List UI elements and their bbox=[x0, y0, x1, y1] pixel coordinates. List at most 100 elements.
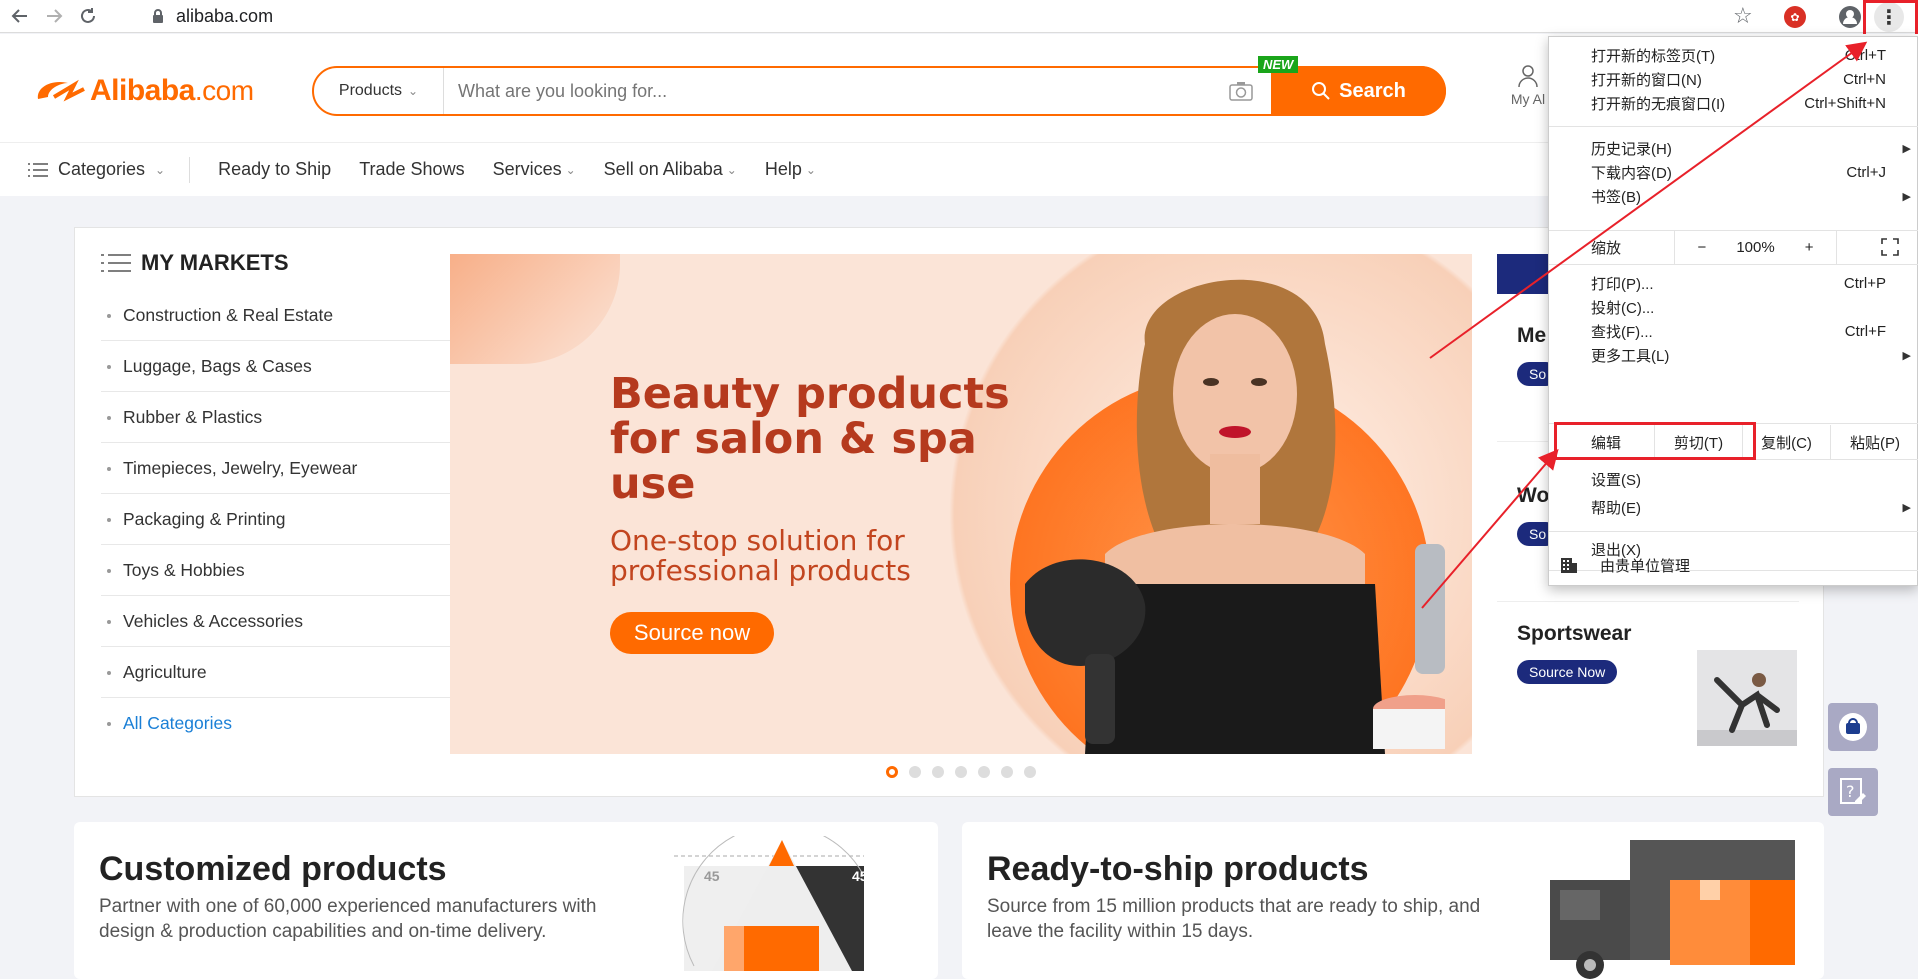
forward-icon[interactable] bbox=[42, 4, 66, 28]
browser-context-menu: 打开新的标签页(T) Ctrl+T 打开新的窗口(N) Ctrl+N 打开新的无痕窗… bbox=[1548, 36, 1918, 586]
extension-icon[interactable]: ✿ bbox=[1784, 6, 1806, 28]
menu-separator bbox=[1549, 264, 1918, 265]
menu-item-more-tools[interactable]: 更多工具(L) ▶ bbox=[1549, 341, 1918, 370]
source-now-button[interactable]: Source Now bbox=[1517, 660, 1618, 684]
nav-ready-to-ship[interactable]: Ready to Ship bbox=[218, 159, 331, 180]
menu-label: 打开新的无痕窗口(I) bbox=[1591, 96, 1726, 113]
card-description: Partner with one of 60,000 experienced m… bbox=[99, 894, 596, 944]
search-category-label: Products bbox=[338, 82, 403, 99]
nav-label: Trade Shows bbox=[359, 159, 465, 179]
hero-banner[interactable]: Beauty products for salon & spa use One-… bbox=[450, 254, 1472, 754]
menu-item-incognito[interactable]: 打开新的无痕窗口(I) Ctrl+Shift+N bbox=[1549, 89, 1918, 118]
categories-label: Categories bbox=[58, 159, 146, 179]
carousel-dot[interactable] bbox=[1001, 766, 1013, 778]
design-illustration bbox=[674, 836, 865, 971]
card-description-line: leave the facility within 15 days. bbox=[987, 921, 1254, 942]
triangle-right-icon: ▶ bbox=[1902, 143, 1911, 155]
nav-help[interactable]: Help ⌄ bbox=[765, 159, 816, 180]
menu-label: 查找(F)... bbox=[1591, 324, 1653, 341]
reload-icon[interactable] bbox=[76, 4, 100, 28]
market-item[interactable]: Vehicles & Accessories bbox=[101, 596, 494, 647]
menu-label: 设置(S) bbox=[1591, 472, 1641, 489]
profile-icon[interactable] bbox=[1838, 5, 1862, 29]
carousel-dot[interactable] bbox=[886, 766, 898, 778]
search-input[interactable] bbox=[444, 68, 1229, 114]
market-item[interactable]: Toys & Hobbies bbox=[101, 545, 494, 596]
all-categories-link[interactable]: All Categories› bbox=[101, 698, 494, 749]
menu-separator bbox=[1549, 531, 1918, 532]
markets-heading: MY MARKETS bbox=[101, 250, 289, 276]
market-item[interactable]: Rubber & Plastics bbox=[101, 392, 494, 443]
back-icon[interactable] bbox=[8, 4, 32, 28]
carousel-dots bbox=[886, 766, 1036, 778]
nav-sell-on-alibaba[interactable]: Sell on Alibaba ⌄ bbox=[604, 159, 737, 180]
list-icon bbox=[101, 254, 131, 272]
menu-shortcut: Ctrl+J bbox=[1846, 164, 1886, 181]
banner-subtitle: One-stop solution for professional produ… bbox=[610, 524, 911, 587]
zoom-control: − 100% + bbox=[1674, 230, 1837, 264]
zoom-out-button[interactable]: − bbox=[1675, 239, 1729, 256]
carousel-dot[interactable] bbox=[1024, 766, 1036, 778]
fullscreen-icon[interactable] bbox=[1881, 238, 1899, 256]
zoom-in-button[interactable]: + bbox=[1782, 239, 1836, 256]
categories-menu[interactable]: Categories ⌄ bbox=[28, 156, 191, 183]
list-icon bbox=[28, 162, 48, 177]
carousel-dot[interactable] bbox=[909, 766, 921, 778]
triangle-right-icon: ▶ bbox=[1902, 502, 1911, 514]
menu-item-bookmarks[interactable]: 书签(B) ▶ bbox=[1549, 182, 1918, 211]
card-description: Source from 15 million products that are… bbox=[987, 894, 1480, 944]
ready-to-ship-card[interactable]: Ready-to-ship products Source from 15 mi… bbox=[962, 822, 1824, 979]
menu-label: 更多工具(L) bbox=[1591, 348, 1670, 365]
shopping-bag-icon bbox=[1839, 713, 1867, 741]
menu-item-help[interactable]: 帮助(E) ▶ bbox=[1549, 493, 1918, 522]
nav-label: Help bbox=[764, 159, 802, 179]
promo-card-title: Wo bbox=[1517, 484, 1550, 507]
alibaba-logo[interactable]: Alibaba .com bbox=[34, 74, 254, 108]
menu-label: 打印(P)... bbox=[1591, 276, 1654, 293]
model-photo bbox=[1025, 279, 1445, 754]
menu-label: 打开新的标签页(T) bbox=[1591, 48, 1716, 65]
carousel-dot[interactable] bbox=[932, 766, 944, 778]
promo-card-title: Sportswear bbox=[1517, 622, 1632, 645]
camera-icon[interactable] bbox=[1229, 81, 1253, 101]
paste-button[interactable]: 粘贴(P) bbox=[1830, 425, 1918, 459]
search-button[interactable]: Search bbox=[1271, 66, 1446, 116]
carousel-dot[interactable] bbox=[955, 766, 967, 778]
market-item[interactable]: Construction & Real Estate bbox=[101, 290, 494, 341]
nav-label: Sell on Alibaba bbox=[603, 159, 723, 179]
menu-shortcut: Ctrl+T bbox=[1844, 47, 1886, 64]
svg-text:?: ? bbox=[1846, 782, 1855, 801]
bookmark-star-icon[interactable]: ☆ bbox=[1733, 3, 1753, 29]
cart-float-button[interactable] bbox=[1828, 703, 1878, 751]
card-title: Ready-to-ship products bbox=[987, 850, 1369, 888]
menu-label: 书签(B) bbox=[1591, 189, 1641, 206]
market-item[interactable]: Luggage, Bags & Cases bbox=[101, 341, 494, 392]
building-icon bbox=[1561, 558, 1577, 573]
menu-item-settings[interactable]: 设置(S) bbox=[1549, 465, 1918, 494]
market-item[interactable]: Timepieces, Jewelry, Eyewear bbox=[101, 443, 494, 494]
card-title: Customized products bbox=[99, 850, 447, 888]
menu-label: 下载内容(D) bbox=[1591, 165, 1672, 182]
nav-services[interactable]: Services ⌄ bbox=[493, 159, 576, 180]
menu-shortcut: Ctrl+F bbox=[1844, 323, 1886, 340]
user-icon bbox=[1518, 65, 1538, 88]
address-bar[interactable]: alibaba.com bbox=[140, 2, 1750, 30]
carousel-dot[interactable] bbox=[978, 766, 990, 778]
source-now-button[interactable]: Source now bbox=[610, 612, 774, 654]
menu-item-managed[interactable]: 由贵单位管理 bbox=[1560, 551, 1910, 579]
browser-toolbar: alibaba.com ☆ ✿ ⋮ bbox=[0, 0, 1918, 33]
chevron-down-icon: ⌄ bbox=[155, 162, 166, 177]
search-category-select[interactable]: Products ⌄ bbox=[314, 68, 444, 114]
market-item[interactable]: Agriculture bbox=[101, 647, 494, 698]
feedback-float-button[interactable]: ? bbox=[1828, 768, 1878, 816]
menu-label: 由贵单位管理 bbox=[1600, 557, 1691, 575]
customized-products-card[interactable]: Customized products Partner with one of … bbox=[74, 822, 938, 979]
my-alibaba[interactable]: My Al bbox=[1508, 64, 1548, 107]
search-button-label: Search bbox=[1339, 79, 1406, 102]
market-item[interactable]: Packaging & Printing bbox=[101, 494, 494, 545]
promo-card-title: Me bbox=[1517, 324, 1547, 347]
nav-trade-shows[interactable]: Trade Shows bbox=[359, 159, 464, 180]
all-categories-label: All Categories bbox=[123, 713, 232, 733]
new-badge: NEW bbox=[1258, 56, 1299, 73]
banner-title: Beauty products for salon & spa use bbox=[610, 369, 1010, 509]
